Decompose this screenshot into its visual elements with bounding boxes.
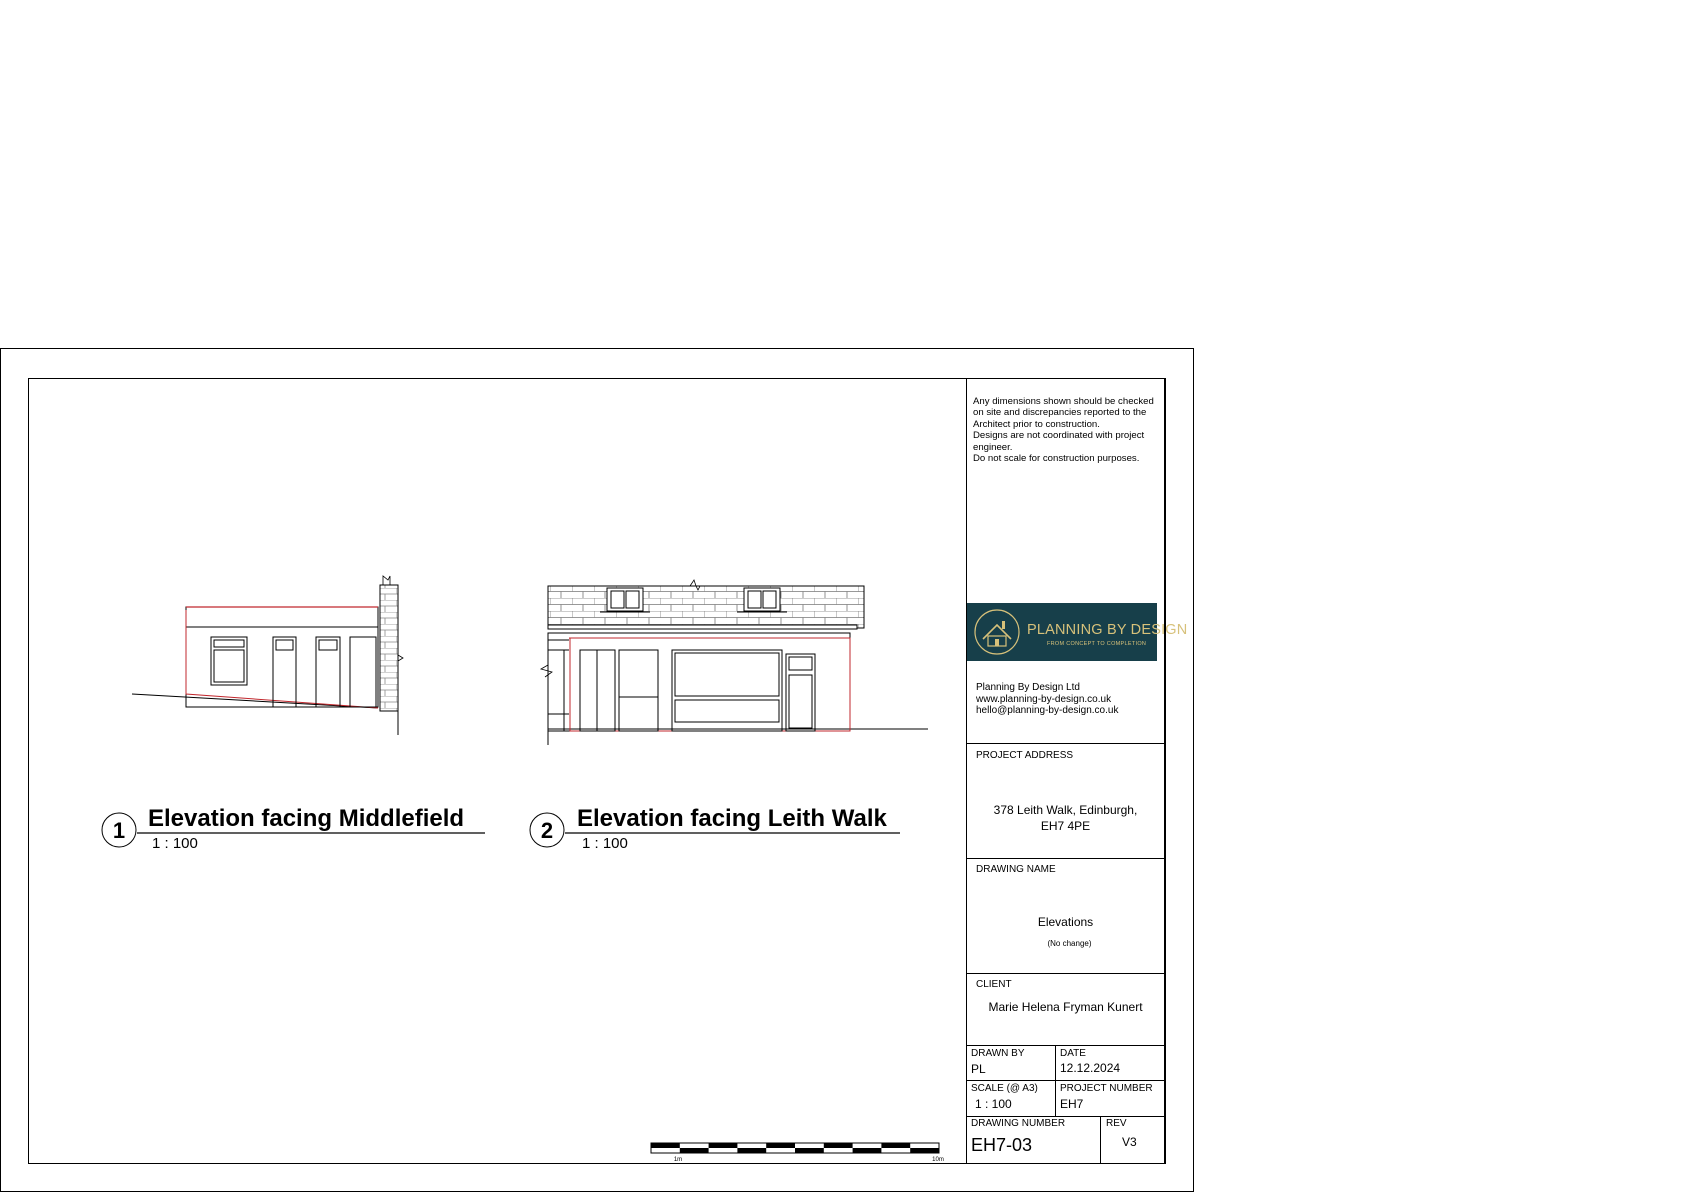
note-line: Do not scale for construction purposes. bbox=[973, 453, 1140, 465]
general-notes: Any dimensions shown should be checked o… bbox=[973, 396, 1163, 464]
logo-name: PLANNING BY DESIGN bbox=[1027, 622, 1188, 638]
scale-bar-start-label: 1m bbox=[674, 1157, 682, 1163]
drawing-name-label: DRAWING NAME bbox=[976, 864, 1056, 875]
company-details: Planning By Design Ltd www.planning-by-d… bbox=[976, 682, 1118, 717]
elevation-leith-walk bbox=[539, 579, 928, 745]
scale-bar-cell bbox=[651, 1143, 680, 1148]
client-value: Marie Helena Fryman Kunert bbox=[988, 1000, 1143, 1014]
scale-bar: 1m 10m bbox=[650, 1142, 944, 1163]
note-line: Architect prior to construction. bbox=[973, 418, 1100, 430]
project-address-line2: EH7 4PE bbox=[1040, 819, 1091, 833]
note-line: on site and discrepancies reported to th… bbox=[973, 407, 1147, 419]
view-1-number: 1 bbox=[113, 818, 125, 843]
view-1-title: Elevation facing Middlefield bbox=[148, 805, 464, 832]
view-2-number: 2 bbox=[541, 818, 553, 843]
project-address-value: 378 Leith Walk, Edinburgh, EH7 4PE bbox=[966, 802, 1165, 834]
drawing-name-value: Elevations bbox=[1037, 915, 1094, 929]
drawing-canvas: 1 Elevation facing Middlefield 1 : 100 2… bbox=[101, 575, 944, 1163]
project-address-label: PROJECT ADDRESS bbox=[976, 750, 1074, 761]
drawing-number-label: DRAWING NUMBER bbox=[971, 1118, 1066, 1129]
scale-bar-cell bbox=[766, 1143, 795, 1148]
view-2-scale: 1 : 100 bbox=[582, 835, 628, 852]
project-number-label: PROJECT NUMBER bbox=[1060, 1083, 1153, 1094]
view-title-1: 1 Elevation facing Middlefield 1 : 100 bbox=[101, 805, 485, 852]
drawn-by-label: DRAWN BY bbox=[971, 1048, 1025, 1059]
scale-label: SCALE (@ A3) bbox=[971, 1083, 1038, 1094]
scale-bar-cell bbox=[823, 1143, 853, 1148]
view-1-scale: 1 : 100 bbox=[152, 835, 198, 852]
company-name: Planning By Design Ltd bbox=[976, 682, 1080, 693]
scale-bar-cell bbox=[737, 1148, 767, 1153]
elevation-middlefield bbox=[131, 575, 404, 735]
scale-bar-end-label: 10m bbox=[932, 1157, 944, 1163]
company-website: www.planning-by-design.co.uk bbox=[976, 693, 1112, 705]
rev-value: V3 bbox=[1122, 1135, 1137, 1149]
scale-bar-cell bbox=[795, 1148, 824, 1153]
project-number-value: EH7 bbox=[1060, 1097, 1084, 1111]
company-email: hello@planning-by-design.co.uk bbox=[976, 705, 1119, 717]
scale-bar-cell bbox=[679, 1148, 709, 1153]
date-value: 12.12.2024 bbox=[1060, 1061, 1121, 1075]
client-label: CLIENT bbox=[976, 979, 1012, 990]
company-logo: PLANNING BY DESIGN FROM CONCEPT TO COMPL… bbox=[967, 603, 1187, 661]
date-label: DATE bbox=[1060, 1048, 1086, 1059]
title-block: Any dimensions shown should be checked o… bbox=[966, 378, 1187, 1164]
scale-value: 1 : 100 bbox=[975, 1097, 1012, 1111]
note-line: engineer. bbox=[973, 441, 1013, 453]
scale-bar-cell bbox=[910, 1148, 939, 1153]
view-2-title: Elevation facing Leith Walk bbox=[577, 805, 887, 832]
project-address-line1: 378 Leith Walk, Edinburgh, bbox=[993, 803, 1138, 817]
house-logo-icon bbox=[974, 609, 1020, 655]
rev-label: REV bbox=[1106, 1118, 1127, 1129]
note-line: Any dimensions shown should be checked bbox=[973, 396, 1154, 407]
drawing-number-value: EH7-03 bbox=[971, 1135, 1033, 1155]
drawn-by-value: PL bbox=[971, 1062, 986, 1076]
scale-bar-cell bbox=[852, 1148, 882, 1153]
drawing-name-note: (No change) bbox=[1047, 939, 1092, 948]
view-title-2: 2 Elevation facing Leith Walk 1 : 100 bbox=[529, 805, 900, 852]
scale-bar-cell bbox=[708, 1143, 738, 1148]
note-line: Designs are not coordinated with project bbox=[973, 430, 1145, 442]
logo-tagline: FROM CONCEPT TO COMPLETION bbox=[1047, 641, 1147, 647]
scale-bar-cell bbox=[881, 1143, 911, 1148]
